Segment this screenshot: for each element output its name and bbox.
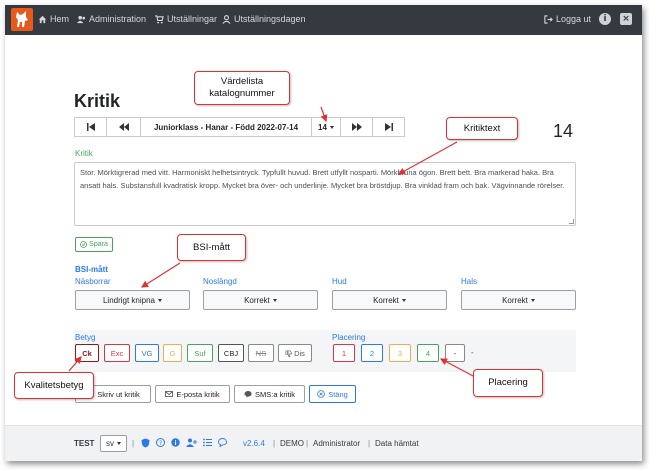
arrow-quality [68,356,82,372]
annotation-quality: Kvalitetsbetyg [14,372,94,399]
arrow-critique [397,141,458,175]
annotation-placement: Placering [473,369,543,397]
app-window: Hem Administration Utställningar Utställ… [5,5,642,461]
arrow-placement [439,358,476,378]
annotation-arrows [68,106,476,378]
arrow-bsi [140,262,181,288]
annotation-critique: Kritiktext [446,117,518,140]
annotation-bsi: BSI-mått [177,234,246,261]
annotation-catalog: Värdelista katalognummer [194,71,290,105]
arrow-catalog [320,106,328,123]
